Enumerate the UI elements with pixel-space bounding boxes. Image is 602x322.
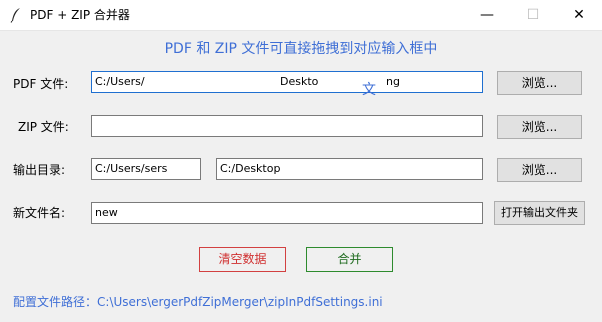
new-filename-input[interactable]: new bbox=[91, 202, 483, 224]
close-button[interactable]: ✕ bbox=[556, 0, 602, 30]
zip-browse-button[interactable]: 浏览... bbox=[497, 115, 582, 139]
maximize-button[interactable]: ☐ bbox=[510, 0, 556, 30]
feather-icon bbox=[10, 8, 20, 23]
config-path-label: 配置文件路径： bbox=[13, 295, 98, 309]
drag-overlay-glyph: 文 bbox=[362, 82, 376, 98]
config-path-value: C:\Users\ergerPdfZipMerger\zipInPdfSetti… bbox=[97, 295, 383, 309]
new-filename-label: 新文件名: bbox=[13, 206, 66, 220]
merge-button[interactable]: 合并 bbox=[306, 247, 393, 272]
pdf-browse-button[interactable]: 浏览... bbox=[497, 71, 582, 95]
minimize-button[interactable]: — bbox=[464, 0, 510, 30]
pdf-file-input[interactable]: C:/Users/ Deskto ng bbox=[91, 71, 483, 93]
output-path-suffix: C:/Desktop bbox=[220, 162, 281, 175]
window-title: PDF + ZIP 合并器 bbox=[30, 8, 130, 22]
redaction-mask bbox=[172, 161, 200, 178]
pdf-path-suffix: ng bbox=[386, 75, 400, 88]
output-dir-label: 输出目录: bbox=[13, 163, 66, 177]
output-path-prefix: C:/Users/sers bbox=[95, 162, 168, 175]
config-path-line: 配置文件路径：C:\Users\ergerPdfZipMerger\zipInP… bbox=[13, 294, 383, 310]
pdf-file-label: PDF 文件: bbox=[13, 77, 69, 91]
title-bar: PDF + ZIP 合并器 — ☐ ✕ bbox=[0, 0, 602, 31]
output-dir-input-continued[interactable]: C:/Desktop bbox=[216, 158, 483, 180]
output-browse-button[interactable]: 浏览... bbox=[497, 158, 582, 182]
clear-data-button[interactable]: 清空数据 bbox=[199, 247, 286, 272]
drag-drop-hint: PDF 和 ZIP 文件可直接拖拽到对应输入框中 bbox=[164, 41, 438, 57]
output-dir-input[interactable]: C:/Users/sers bbox=[91, 158, 201, 180]
pdf-path-middle: Deskto bbox=[280, 75, 319, 88]
open-output-folder-button[interactable]: 打开输出文件夹 bbox=[494, 201, 585, 225]
zip-file-label: ZIP 文件: bbox=[18, 120, 69, 134]
zip-file-input[interactable] bbox=[91, 115, 483, 137]
redaction-mask bbox=[148, 74, 280, 91]
pdf-path-prefix: C:/Users/ bbox=[95, 75, 145, 88]
